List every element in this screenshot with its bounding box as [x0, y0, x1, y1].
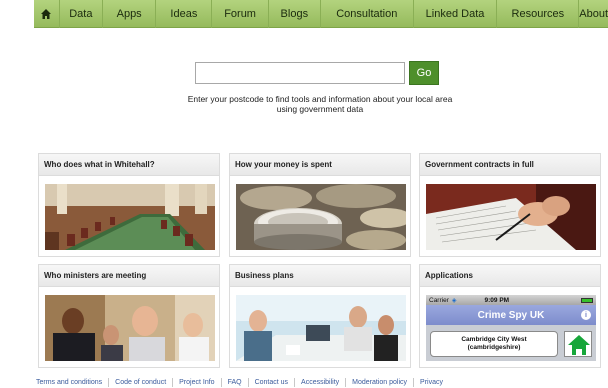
card-business-plans[interactable]: Business plans	[229, 264, 411, 368]
card-title: Government contracts in full	[420, 154, 600, 176]
card-title: How your money is spent	[230, 154, 410, 176]
nav-data[interactable]: Data	[60, 0, 104, 28]
home-icon	[41, 9, 52, 19]
footer-project-info[interactable]: Project Info	[172, 378, 220, 387]
footer-terms[interactable]: Terms and conditions	[36, 378, 108, 387]
nav-resources[interactable]: Resources	[497, 0, 580, 28]
coins-image	[236, 184, 406, 250]
footer-accessibility[interactable]: Accessibility	[294, 378, 345, 387]
battery-icon	[581, 297, 593, 303]
house-icon	[564, 331, 592, 357]
card-title: Who ministers are meeting	[39, 265, 219, 287]
footer-code-of-conduct[interactable]: Code of conduct	[108, 378, 172, 387]
home-link[interactable]	[34, 0, 60, 28]
card-applications[interactable]: Applications Carrier ◈ 9:09 PM Crime Spy…	[419, 264, 601, 368]
go-button[interactable]: Go	[409, 61, 439, 85]
footer-contact[interactable]: Contact us	[247, 378, 294, 387]
card-whitehall[interactable]: Who does what in Whitehall?	[38, 153, 220, 257]
search-help-text: Enter your postcode to find tools and in…	[187, 94, 453, 114]
signing-contract-image	[426, 184, 596, 250]
location-line1: Cambridge City West	[461, 336, 527, 343]
location-box: Cambridge City West (cambridgeshire)	[430, 331, 558, 357]
nav-consultation[interactable]: Consultation	[321, 0, 414, 28]
app-screenshot: Carrier ◈ 9:09 PM Crime Spy UK i Cambrid…	[426, 295, 596, 361]
info-icon: i	[581, 310, 591, 320]
postcode-input[interactable]	[195, 62, 405, 84]
main-nav: Data Apps Ideas Forum Blogs Consultation…	[34, 0, 608, 28]
app-title: Crime Spy UK	[477, 309, 545, 321]
footer-links: Terms and conditions Code of conduct Pro…	[36, 378, 449, 387]
nav-linked-data[interactable]: Linked Data	[414, 0, 498, 28]
nav-ideas[interactable]: Ideas	[156, 0, 213, 28]
card-title: Who does what in Whitehall?	[39, 154, 219, 176]
boardroom-image	[45, 184, 215, 250]
app-title-bar: Crime Spy UK i	[426, 305, 596, 325]
phone-status-bar: Carrier ◈ 9:09 PM	[426, 295, 596, 305]
nav-blogs[interactable]: Blogs	[269, 0, 321, 28]
office-meeting-image	[236, 295, 406, 361]
carrier-label: Carrier	[429, 296, 449, 304]
nav-apps[interactable]: Apps	[103, 0, 157, 28]
wifi-icon: ◈	[451, 297, 457, 304]
location-line2: (cambridgeshire)	[467, 344, 521, 351]
footer-privacy[interactable]: Privacy	[413, 378, 449, 387]
card-contracts[interactable]: Government contracts in full	[419, 153, 601, 257]
card-ministers-meeting[interactable]: Who ministers are meeting	[38, 264, 220, 368]
card-title: Business plans	[230, 265, 410, 287]
time-label: 9:09 PM	[484, 296, 510, 304]
card-title: Applications	[420, 265, 600, 287]
footer-moderation[interactable]: Moderation policy	[345, 378, 413, 387]
card-money-spent[interactable]: How your money is spent	[229, 153, 411, 257]
postcode-search: Go	[195, 61, 439, 85]
footer-faq[interactable]: FAQ	[220, 378, 248, 387]
nav-forum[interactable]: Forum	[212, 0, 269, 28]
nav-about[interactable]: About	[579, 0, 608, 28]
ministers-image	[45, 295, 215, 361]
